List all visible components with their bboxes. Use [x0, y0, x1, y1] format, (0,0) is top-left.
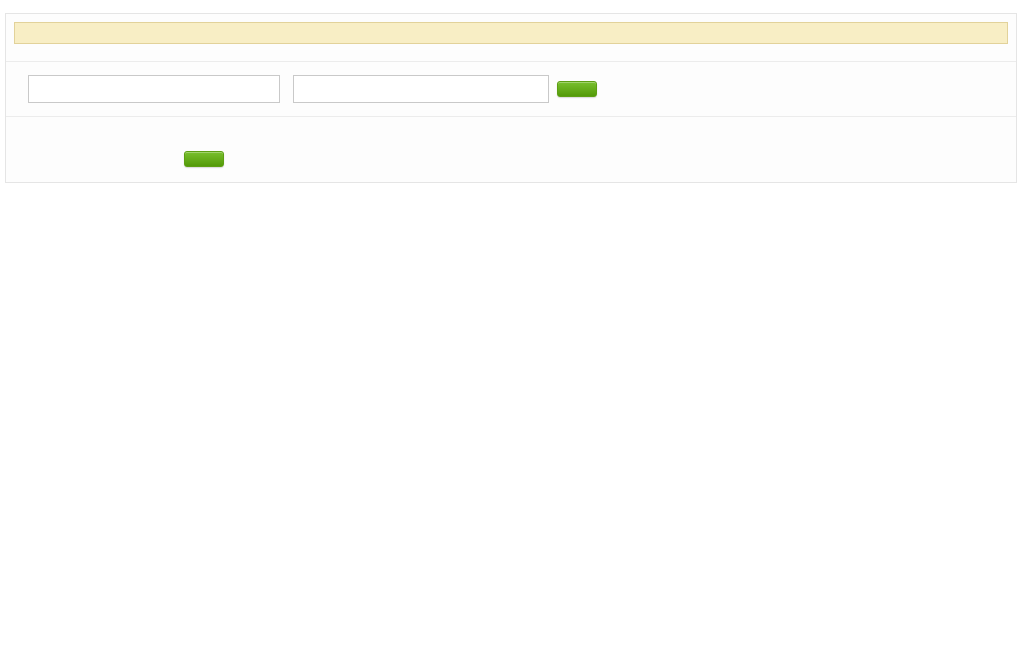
special-notice-banner	[14, 22, 1008, 44]
appid-input[interactable]	[28, 75, 280, 103]
save-button[interactable]	[557, 81, 597, 97]
appsecret-input[interactable]	[293, 75, 549, 103]
add-channel-form	[20, 147, 1016, 167]
add-button[interactable]	[184, 151, 224, 167]
wechat-config-form	[6, 61, 1016, 117]
main-panel	[5, 13, 1017, 183]
